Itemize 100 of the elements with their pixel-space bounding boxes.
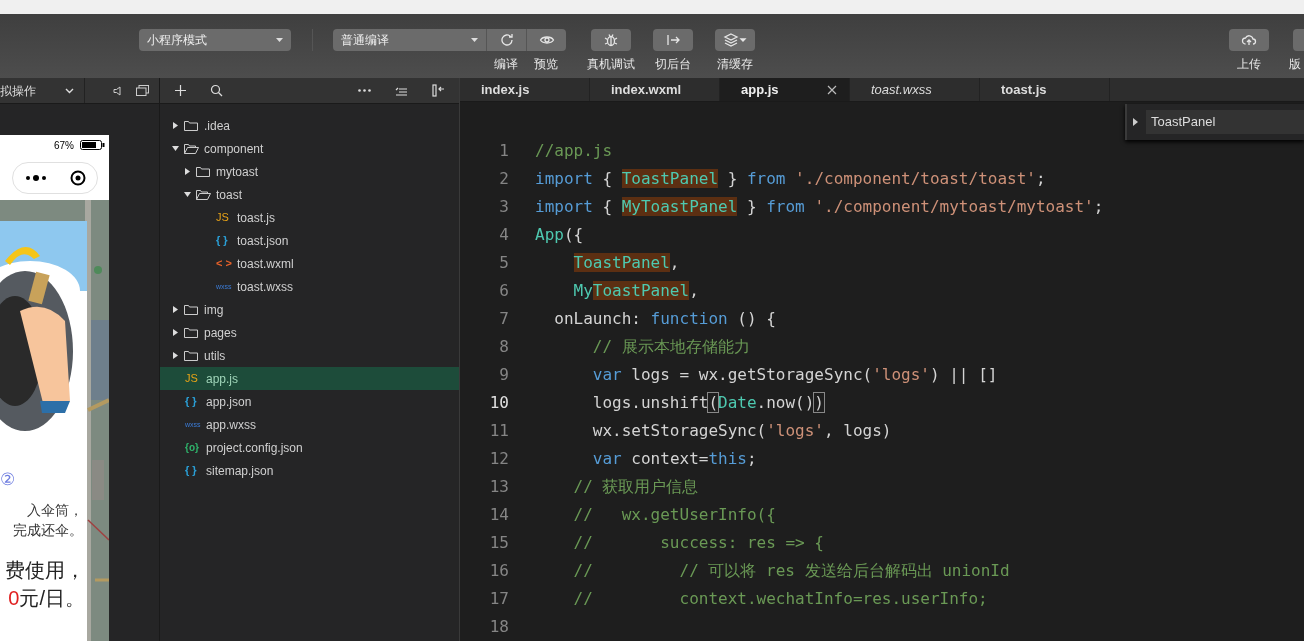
toolbar-button[interactable] bbox=[653, 29, 693, 51]
line-number: 10 bbox=[488, 392, 509, 414]
code-line: // 获取用户信息 bbox=[572, 476, 699, 498]
toolbar-label: 真机调试 bbox=[587, 56, 635, 73]
code-line: var context=this; bbox=[591, 448, 757, 470]
expanded-arrow-icon bbox=[172, 145, 179, 152]
js-file-icon: JS bbox=[216, 212, 232, 223]
toolbar-label: 编译 bbox=[494, 56, 518, 73]
code-line: // wx.getUserInfo({ bbox=[572, 504, 776, 526]
folder-icon bbox=[184, 119, 199, 132]
open-folder-icon bbox=[184, 142, 199, 155]
line-number: 12 bbox=[488, 448, 509, 470]
braces-icon: { } bbox=[216, 235, 232, 246]
caret-icon bbox=[276, 38, 283, 42]
toolbar-label: 预览 bbox=[534, 56, 558, 73]
collapsed-arrow-icon bbox=[184, 168, 191, 175]
code-line: import { MyToastPanel } from './component/mytoast/mytoast'; bbox=[535, 196, 1104, 218]
line-number: 3 bbox=[498, 196, 509, 218]
add-icon[interactable] bbox=[174, 84, 187, 97]
collapsed-arrow-icon bbox=[172, 122, 179, 129]
editor-tab[interactable]: toast.js bbox=[980, 78, 1110, 101]
tree-item[interactable]: img bbox=[160, 298, 459, 321]
code-line: wx.setStorageSync('logs', logs) bbox=[591, 420, 892, 442]
battery-percentage: 67% bbox=[54, 138, 74, 153]
code-line: import { ToastPanel } from './component/toast/toast'; bbox=[535, 168, 1046, 190]
toolbar-label: 切后台 bbox=[655, 56, 691, 73]
editor-tab[interactable]: app.js bbox=[720, 78, 850, 101]
code-line: var logs = wx.getStorageSync('logs') || [] bbox=[591, 364, 998, 386]
editor-tab[interactable]: index.js bbox=[460, 78, 590, 101]
dropdown[interactable]: 小程序模式 bbox=[139, 29, 291, 51]
line-number: 5 bbox=[498, 252, 509, 274]
panel-collapse-icon[interactable] bbox=[432, 84, 445, 97]
window-icon[interactable] bbox=[136, 85, 149, 96]
collapsed-arrow-icon[interactable] bbox=[1133, 118, 1138, 126]
line-number: 15 bbox=[488, 532, 509, 554]
line-number: 14 bbox=[488, 504, 509, 526]
tree-item[interactable]: { } app.json bbox=[160, 390, 459, 413]
tree-item[interactable]: toast bbox=[160, 183, 459, 206]
collapsed-arrow-icon bbox=[172, 329, 179, 336]
code-line: //app.js bbox=[535, 140, 613, 162]
code-line: // success: res => { bbox=[572, 532, 824, 554]
chevron-icon bbox=[65, 87, 74, 94]
editor-tab[interactable]: toast.wxss bbox=[850, 78, 980, 101]
code-line: logs.unshift(Date.now()) bbox=[591, 392, 824, 414]
toolbar-label: 清缓存 bbox=[717, 56, 753, 73]
toolbar-button[interactable] bbox=[715, 29, 755, 51]
line-number: 9 bbox=[498, 364, 509, 386]
tree-item[interactable]: JS app.js bbox=[160, 367, 459, 390]
outline-item[interactable]: ToastPanel bbox=[1146, 110, 1304, 134]
tree-item[interactable]: { } sitemap.json bbox=[160, 459, 459, 482]
exit-arrow-icon bbox=[665, 32, 681, 48]
expanded-arrow-icon bbox=[184, 191, 191, 198]
close-icon[interactable] bbox=[827, 84, 837, 95]
js-file-icon: JS bbox=[185, 373, 201, 384]
tree-item[interactable]: < > toast.wxml bbox=[160, 252, 459, 275]
toolbar-button[interactable] bbox=[486, 29, 526, 51]
open-folder-icon bbox=[196, 188, 211, 201]
line-number: 17 bbox=[488, 588, 509, 610]
layers-icon bbox=[723, 32, 747, 48]
angle-brackets-icon: < > bbox=[216, 258, 232, 269]
more-icon[interactable] bbox=[358, 89, 371, 92]
toolbar-button[interactable] bbox=[1229, 29, 1269, 51]
tree-item[interactable]: .idea bbox=[160, 114, 459, 137]
braces-icon: { } bbox=[185, 396, 201, 407]
line-number: 11 bbox=[488, 420, 509, 442]
refresh-icon bbox=[498, 32, 515, 48]
tree-item[interactable]: mytoast bbox=[160, 160, 459, 183]
code-line: // context.wechatInfo=res.userInfo; bbox=[572, 588, 988, 610]
code-line: // // 可以将 res 发送给后台解码出 unionId bbox=[572, 560, 1010, 582]
code-line: App({ bbox=[535, 224, 584, 246]
tree-item[interactable]: pages bbox=[160, 321, 459, 344]
toolbar-button[interactable] bbox=[526, 29, 566, 51]
cloud-upload-icon bbox=[1241, 32, 1257, 48]
folder-icon bbox=[184, 326, 199, 339]
line-number: 2 bbox=[498, 168, 509, 190]
code-line: // 展示本地存储能力 bbox=[591, 336, 750, 358]
toolbar-button[interactable] bbox=[591, 29, 631, 51]
folder-icon bbox=[184, 303, 199, 316]
line-number: 18 bbox=[488, 616, 509, 638]
tree-item[interactable]: {o} project.config.json bbox=[160, 436, 459, 459]
braces-icon: { } bbox=[185, 465, 201, 476]
speaker-icon[interactable] bbox=[113, 85, 123, 96]
line-number: 1 bbox=[498, 140, 509, 162]
toolbar-label: 上传 bbox=[1237, 56, 1261, 73]
line-number: 16 bbox=[488, 560, 509, 582]
dropdown[interactable]: 普通编译 bbox=[333, 29, 486, 51]
line-number: 8 bbox=[498, 336, 509, 358]
line-number: 13 bbox=[488, 476, 509, 498]
tree-item[interactable]: component bbox=[160, 137, 459, 160]
search-icon[interactable] bbox=[210, 84, 223, 97]
tree-item[interactable]: { } toast.json bbox=[160, 229, 459, 252]
tree-item[interactable]: utils bbox=[160, 344, 459, 367]
line-number: 6 bbox=[498, 280, 509, 302]
folder-icon bbox=[184, 349, 199, 362]
line-number: 7 bbox=[498, 308, 509, 330]
line-number: 4 bbox=[498, 224, 509, 246]
tree-item[interactable]: JS toast.js bbox=[160, 206, 459, 229]
bug-icon bbox=[603, 32, 619, 48]
folder-icon bbox=[196, 165, 211, 178]
toolbar-label: 版 bbox=[1289, 56, 1301, 73]
